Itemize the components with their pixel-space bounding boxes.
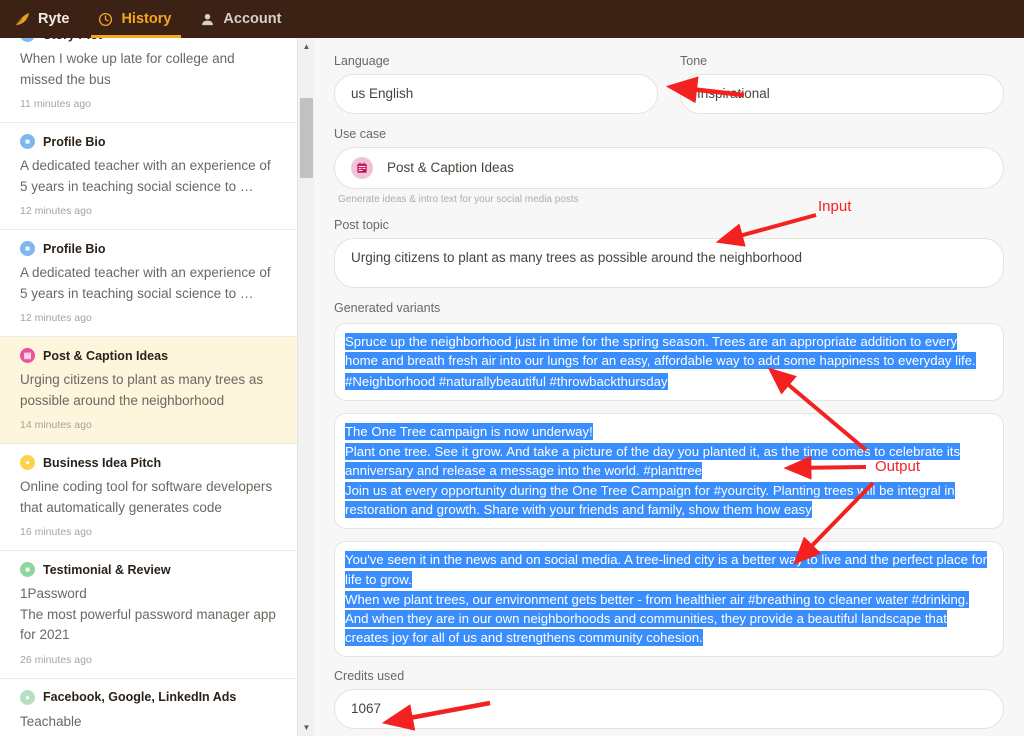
post-topic-label: Post topic [334,218,1004,232]
history-item-subtitle: 1Password [20,584,277,605]
usecase-hint: Generate ideas & intro text for your soc… [338,194,1004,205]
language-label: Language [334,54,658,68]
history-item-title: Profile Bio [43,242,106,256]
nav-tab-account[interactable]: Account [185,0,295,38]
variant-paragraph: Join us at every opportunity during the … [345,481,993,519]
history-item[interactable]: ▤ Post & Caption Ideas Urging citizens to … [0,337,297,444]
history-item-title: Post & Caption Ideas [43,349,168,363]
history-item[interactable]: ● Business Idea Pitch Online coding tool f… [0,444,297,551]
usecase-label: Use case [334,127,1004,141]
history-item-timestamp: 14 minutes ago [20,419,277,431]
scrollbar-thumb[interactable] [300,98,313,178]
history-item-timestamp: 11 minutes ago [20,98,277,110]
language-tone-row: Language us English Tone Inspirational [334,54,1004,114]
annotation-input-label: Input [818,198,851,215]
sidebar-scrollbar[interactable]: ▲ ▼ [297,38,314,736]
language-field-group: Language us English [334,54,658,114]
history-item-header: ● Facebook, Google, LinkedIn Ads [20,690,277,705]
history-item-title: Story Plot [43,38,102,42]
history-item-type-icon: ■ [20,134,35,149]
tone-label: Tone [680,54,1004,68]
history-item-body: A dedicated teacher with an experience o… [20,263,277,304]
credits-label: Credits used [334,669,1004,683]
credits-input[interactable]: 1067 [334,689,1004,729]
history-item-timestamp: 26 minutes ago [20,654,277,666]
history-item-header: ■ Story Plot [20,38,277,42]
variant-paragraph: #Neighborhood #naturallybeautiful #throw… [345,372,993,391]
annotation-output-label: Output [875,458,920,475]
history-list: ■ Story Plot When I woke up late for colle… [0,38,297,736]
history-item-body: Online coding tool for software develope… [20,477,277,518]
usecase-value: Post & Caption Ideas [387,158,514,178]
nav-tab-account-label: Account [223,11,281,27]
variant-card[interactable]: You've seen it in the news and on social… [334,541,1004,657]
brand-label: Ryte [38,11,69,27]
history-item-header: ▤ Post & Caption Ideas [20,348,277,363]
history-item-header: ■ Profile Bio [20,241,277,256]
variant-text-selected: The One Tree campaign is now underway! [345,423,593,440]
history-item-body: The most powerful password manager app f… [20,605,277,646]
variant-text-selected: Spruce up the neighborhood just in time … [345,333,976,369]
generated-variants-label: Generated variants [334,301,1004,315]
brand-logo[interactable]: Ryte [14,0,83,38]
variant-text-selected: You've seen it in the news and on social… [345,551,987,587]
history-item-title: Business Idea Pitch [43,456,161,470]
history-item-type-icon: ● [20,690,35,705]
person-icon [199,11,216,28]
history-item-header: ■ Testimonial & Review [20,562,277,577]
history-item-body: When I woke up late for college and miss… [20,49,277,90]
nav-tab-history-label: History [121,11,171,27]
history-item-subtitle: Teachable [20,712,277,733]
scroll-up-arrow-icon[interactable]: ▲ [298,38,315,55]
variant-paragraph: Spruce up the neighborhood just in time … [345,332,993,370]
history-item-timestamp: 12 minutes ago [20,312,277,324]
history-item-header: ■ Profile Bio [20,134,277,149]
variant-paragraph: You've seen it in the news and on social… [345,550,993,588]
history-item[interactable]: ● Facebook, Google, LinkedIn Ads Teachable… [0,679,297,736]
history-item-body: Urging citizens to plant as many trees a… [20,370,277,411]
history-item-title: Profile Bio [43,135,106,149]
scroll-down-arrow-icon[interactable]: ▼ [298,719,315,736]
history-item-header: ● Business Idea Pitch [20,455,277,470]
history-item-type-icon: ■ [20,38,35,42]
app-window: Ryte History Account ■Story PlotWhen I [0,0,1024,736]
usecase-field-group: Use case Post & Capti [334,127,1004,205]
nav-tab-history[interactable]: History [83,0,185,38]
history-item-type-icon: ▤ [20,348,35,363]
history-item-type-icon: ■ [20,562,35,577]
tone-input[interactable]: Inspirational [680,74,1004,114]
history-item[interactable]: ■ Testimonial & Review 1PasswordThe most p… [0,551,297,679]
variant-paragraph: When we plant trees, our environment get… [345,590,993,647]
variant-text-selected: #Neighborhood #naturallybeautiful #throw… [345,373,668,390]
post-topic-input[interactable]: Urging citizens to plant as many trees a… [334,238,1004,288]
tone-field-group: Tone Inspirational [680,54,1004,114]
feather-logo-icon [14,11,31,28]
generated-variants-list: Spruce up the neighborhood just in time … [334,323,1004,657]
history-item[interactable]: ■ Profile Bio A dedicated teacher with an … [0,123,297,230]
variant-text-selected: Join us at every opportunity during the … [345,482,955,518]
variant-text-selected: Plant one tree. See it grow. And take a … [345,443,960,479]
history-item[interactable]: ■ Story Plot When I woke up late for colle… [0,38,297,123]
history-item-type-icon: ■ [20,241,35,256]
history-item-timestamp: 12 minutes ago [20,205,277,217]
calendar-grid-icon [351,157,373,179]
history-item-title: Testimonial & Review [43,563,171,577]
history-item-title: Facebook, Google, LinkedIn Ads [43,690,236,704]
variant-paragraph: The One Tree campaign is now underway! [345,422,993,441]
variant-text-selected: When we plant trees, our environment get… [345,591,969,646]
usecase-input[interactable]: Post & Caption Ideas [334,147,1004,189]
language-input[interactable]: us English [334,74,658,114]
history-item[interactable]: ■ Profile Bio A dedicated teacher with an … [0,230,297,337]
history-item-type-icon: ● [20,455,35,470]
variant-card[interactable]: Spruce up the neighborhood just in time … [334,323,1004,400]
history-item-body: Teachable is an online LMS platform that… [20,732,277,736]
history-sidebar[interactable]: ■ Story Plot When I woke up late for colle… [0,38,297,736]
top-navigation-bar: Ryte History Account [0,0,1024,38]
history-item-body: A dedicated teacher with an experience o… [20,156,277,197]
credits-field-group: Credits used 1067 [334,669,1004,729]
main-content-panel: Language us English Tone Inspirational U… [314,38,1024,736]
history-item-timestamp: 16 minutes ago [20,526,277,538]
post-topic-field-group: Post topic Urging citizens to plant as m… [334,218,1004,288]
clock-icon [97,11,114,28]
